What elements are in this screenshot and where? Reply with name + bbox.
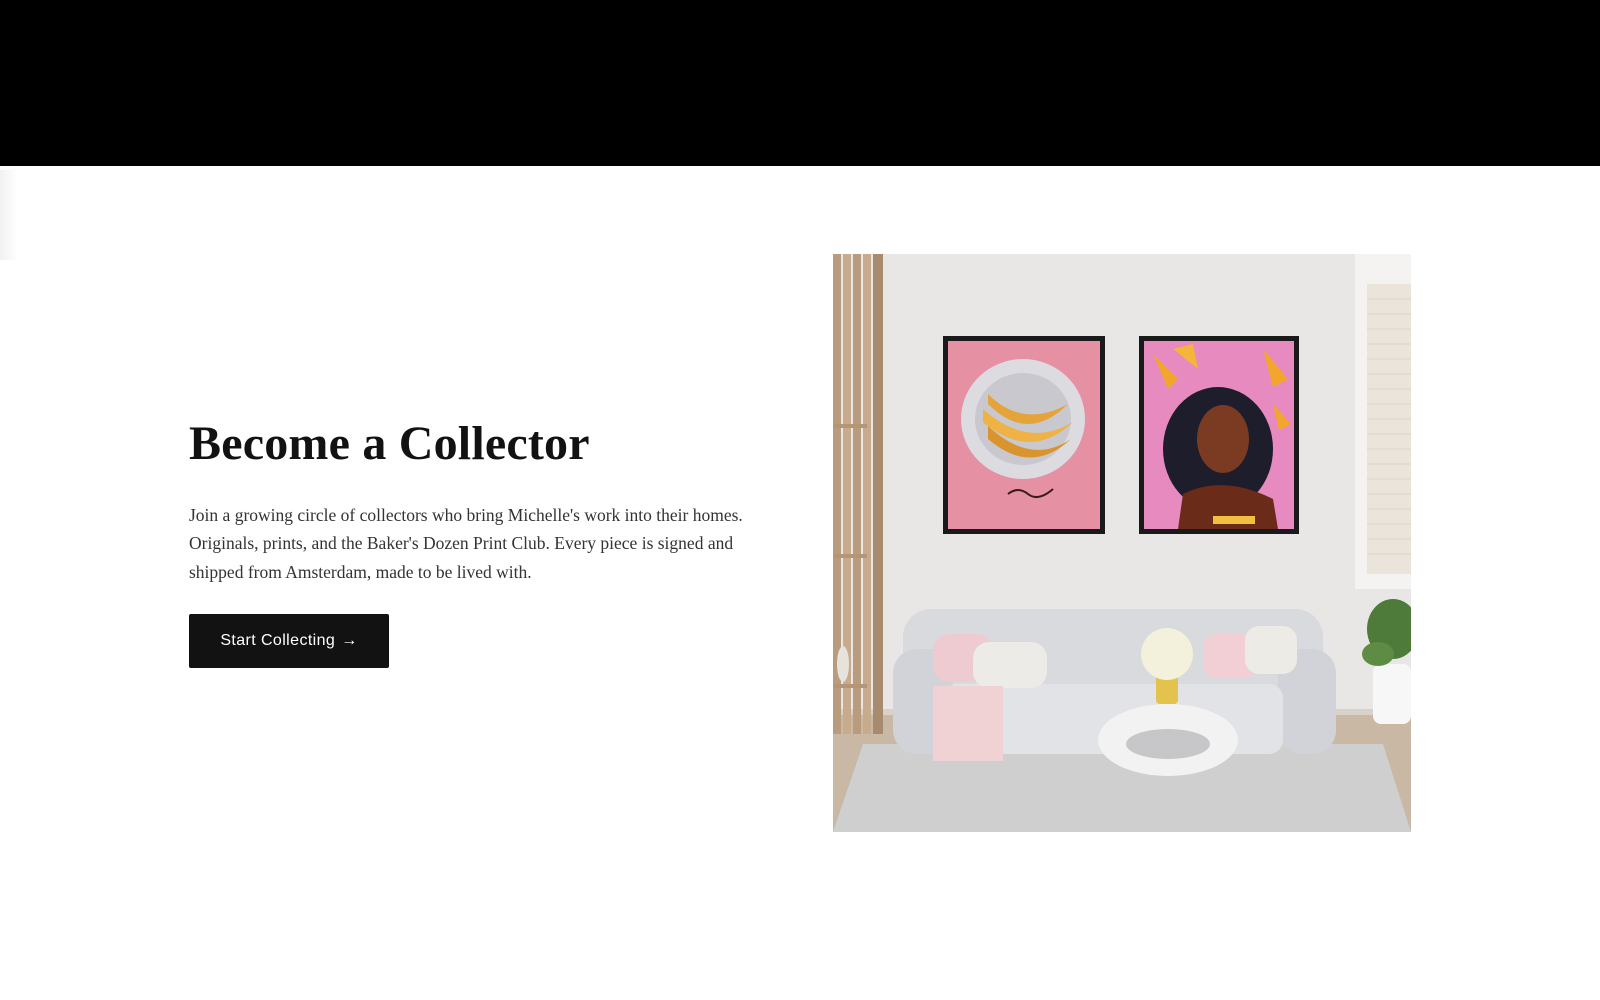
arrow-right-icon: →	[341, 632, 358, 650]
edge-shadow	[0, 170, 18, 260]
collector-section: Become a Collector Join a growing circle…	[189, 417, 749, 669]
start-collecting-button[interactable]: Start Collecting →	[189, 614, 389, 669]
room-scene-image	[833, 254, 1411, 832]
button-label: Start Collecting	[220, 632, 336, 650]
header-band	[0, 0, 1600, 166]
portrait-painting	[1139, 336, 1299, 534]
banana-painting	[943, 336, 1105, 534]
section-heading: Become a Collector	[189, 417, 590, 470]
section-body: Join a growing circle of collectors who …	[189, 504, 743, 582]
